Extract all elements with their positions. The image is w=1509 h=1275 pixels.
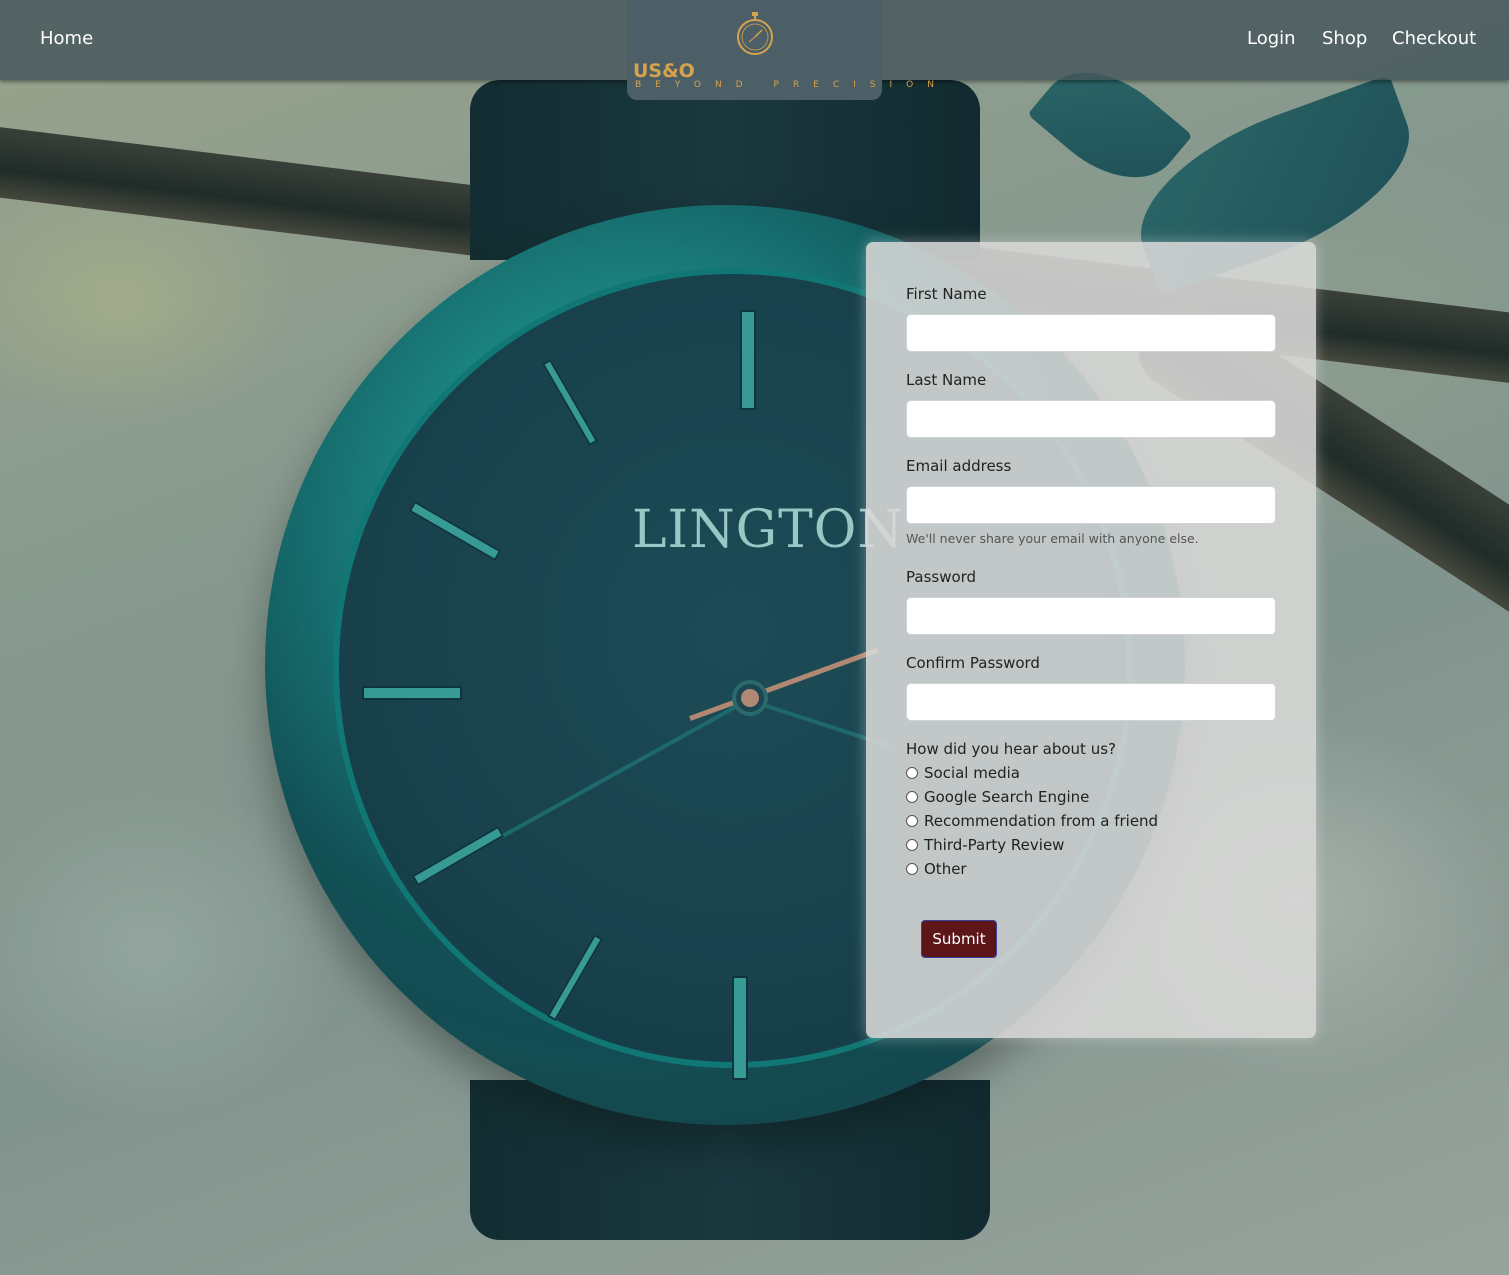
radio-label: Third-Party Review	[924, 836, 1065, 854]
confirm-password-label: Confirm Password	[906, 654, 1040, 672]
email-input[interactable]	[906, 486, 1276, 524]
first-name-input[interactable]	[906, 314, 1276, 352]
nav-checkout-link[interactable]: Checkout	[1392, 28, 1476, 49]
first-name-label: First Name	[906, 285, 987, 303]
password-label: Password	[906, 568, 977, 586]
logo-tagline: BEYOND PRECISION	[635, 80, 948, 90]
nav-home-link[interactable]: Home	[40, 28, 93, 49]
radio-option-social-media[interactable]: Social media	[906, 762, 1020, 784]
radio-option-recommendation[interactable]: Recommendation from a friend	[906, 810, 1158, 832]
radio-button[interactable]	[906, 863, 918, 875]
radio-option-other[interactable]: Other	[906, 858, 967, 880]
last-name-label: Last Name	[906, 371, 987, 389]
radio-option-google-search[interactable]: Google Search Engine	[906, 786, 1089, 808]
logo-wordmark: US&O	[633, 60, 695, 82]
last-name-input[interactable]	[906, 400, 1276, 438]
radio-label: Social media	[924, 764, 1020, 782]
confirm-password-input[interactable]	[906, 683, 1276, 721]
email-help-text: We'll never share your email with anyone…	[906, 531, 1199, 546]
stopwatch-icon	[737, 12, 773, 55]
nav-shop-link[interactable]: Shop	[1322, 28, 1367, 49]
radio-button[interactable]	[906, 767, 918, 779]
radio-label: Recommendation from a friend	[924, 812, 1159, 830]
referral-question: How did you hear about us?	[906, 740, 1116, 758]
registration-form: First Name Last Name Email address We'll…	[866, 242, 1316, 1038]
radio-label: Other	[924, 860, 967, 878]
radio-button[interactable]	[906, 791, 918, 803]
radio-option-third-party-review[interactable]: Third-Party Review	[906, 834, 1064, 856]
submit-button[interactable]: Submit	[921, 920, 997, 958]
radio-button[interactable]	[906, 839, 918, 851]
password-input[interactable]	[906, 597, 1276, 635]
radio-button[interactable]	[906, 815, 918, 827]
email-label: Email address	[906, 457, 1012, 475]
nav-login-link[interactable]: Login	[1247, 28, 1296, 49]
radio-label: Google Search Engine	[924, 788, 1090, 806]
